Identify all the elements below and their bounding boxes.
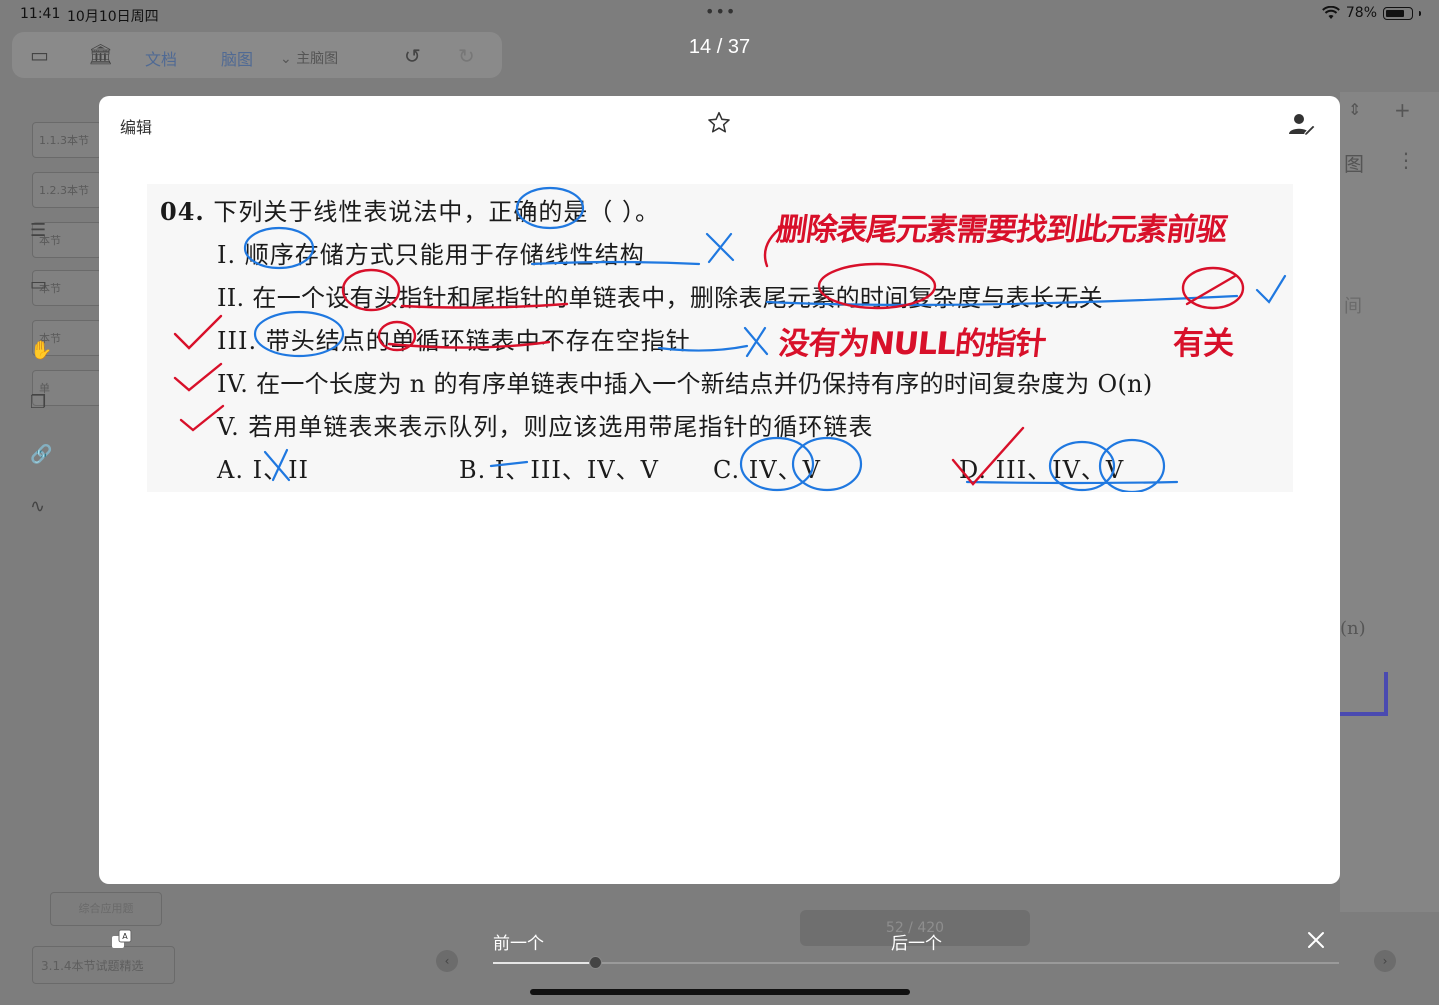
blue-circle	[253, 310, 345, 358]
more-icon: ⋮	[1396, 148, 1416, 172]
progress-fill	[493, 962, 595, 964]
bg-next-circle-icon: ›	[1374, 950, 1396, 972]
battery-level	[1386, 9, 1404, 17]
blue-circle	[515, 186, 585, 230]
progress-thumb[interactable]	[589, 956, 602, 969]
blue-underline	[765, 294, 1239, 307]
battery-icon	[1383, 6, 1413, 20]
red-bracket	[763, 224, 785, 268]
translate-icon[interactable]: A	[111, 928, 133, 952]
red-check	[179, 404, 225, 432]
blue-x-mark	[743, 326, 769, 358]
link-icon: 🔗	[30, 444, 53, 465]
status-time: 11:41	[20, 6, 61, 22]
blue-circle	[1098, 438, 1166, 492]
blue-underline	[657, 344, 749, 352]
progress-slider[interactable]	[493, 956, 1339, 969]
previous-button[interactable]: 前一个	[493, 929, 544, 954]
bg-frame-corner	[1340, 672, 1388, 716]
blue-x-mark	[263, 448, 291, 482]
blue-circle	[243, 226, 315, 270]
question-image: 04. 下列关于线性表说法中，正确的是（ ）。 I. 顺序存储方式只能用于存储线…	[147, 184, 1293, 492]
bg-fragment: 图	[1344, 152, 1364, 176]
star-icon[interactable]	[706, 110, 732, 136]
bg-comprehensive-node: 综合应用题	[50, 892, 162, 926]
next-button[interactable]: 后一个	[891, 929, 942, 954]
status-bar: 11:41 10月10日周四 ••• 78%	[0, 0, 1439, 28]
close-icon[interactable]	[1305, 929, 1327, 951]
red-check	[173, 314, 223, 350]
ink-annotations	[173, 186, 1287, 492]
background-mindmap-sidebar: 1.1.3本节 1.2.3本节 本节 本节 本节 单 ☰ ▭ ✋ ❐ 🔗 ∿	[0, 80, 102, 1005]
edit-button[interactable]: 编辑	[120, 114, 152, 138]
image-viewer-card: 编辑 04. 下列关于线性表说法中，正确的是（ ）。 I. 顺序存储方式只能用于…	[99, 96, 1340, 884]
bg-prev-circle-icon: ‹	[436, 950, 458, 972]
red-strike	[1185, 274, 1237, 306]
multitask-dots-icon[interactable]: •••	[705, 2, 736, 21]
curve-icon: ∿	[30, 496, 46, 517]
battery-percent: 78%	[1345, 5, 1377, 21]
svg-text:A: A	[122, 932, 128, 941]
red-check	[173, 362, 223, 392]
blue-x-mark	[705, 232, 735, 264]
page-counter: 14 / 37	[688, 36, 751, 58]
red-circle	[817, 262, 937, 310]
add-icon: +	[1394, 98, 1411, 122]
blue-circle	[791, 436, 863, 492]
battery-tip	[1419, 10, 1421, 16]
blue-check	[1255, 274, 1287, 304]
wifi-icon	[1321, 6, 1340, 19]
blue-underline	[530, 260, 701, 266]
list-icon: ☰	[30, 220, 47, 241]
layout-icon: ▭	[30, 274, 48, 295]
sort-icon: ⇕	[1348, 100, 1362, 119]
bg-node: 1.2.3本节	[32, 172, 102, 208]
bg-fragment: 间	[1344, 296, 1362, 317]
red-check	[951, 426, 1025, 486]
red-circle	[341, 268, 401, 312]
pointer-icon: ✋	[30, 340, 53, 361]
bg-fragment: (n)	[1340, 618, 1366, 639]
bg-node: 1.1.3本节	[32, 122, 102, 158]
red-underline	[400, 302, 569, 309]
background-right-panel: ⇕ + 图 ⋮ 间 (n)	[1340, 92, 1439, 912]
blue-underline	[965, 480, 1179, 485]
status-date: 10月10日周四	[67, 9, 159, 25]
blue-strike	[489, 460, 529, 468]
home-indicator[interactable]	[530, 989, 910, 995]
copy-icon: ❐	[30, 392, 47, 413]
user-edit-icon[interactable]	[1288, 112, 1316, 138]
bg-section-node: 3.1.4本节试题精选	[32, 946, 175, 984]
